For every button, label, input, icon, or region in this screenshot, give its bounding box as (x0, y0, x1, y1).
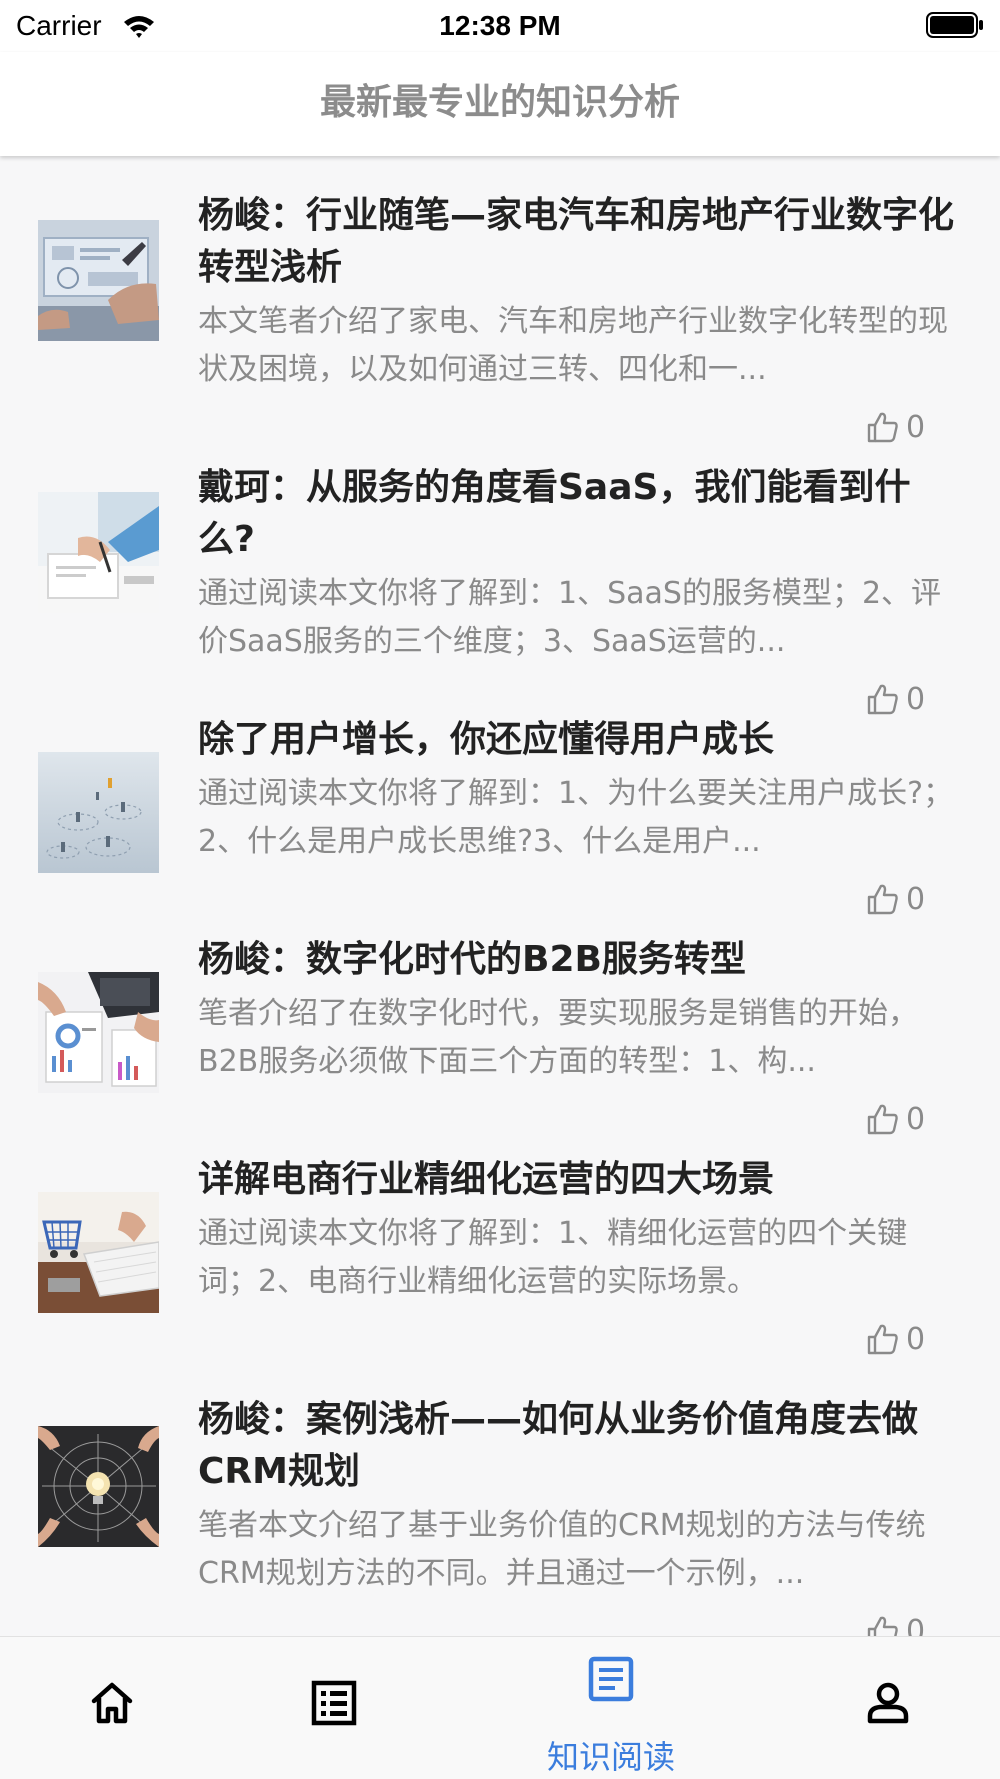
like-count: 0 (906, 410, 926, 445)
article-description: 通过阅读本文你将了解到：1、精细化运营的四个关键词；2、电商行业精细化运营的实际… (198, 1216, 908, 1299)
thumbs-up-icon (867, 1616, 898, 1636)
article-title[interactable]: 杨峻：行业随笔—家电汽车和房地产行业数字化转型浅析 (198, 190, 966, 294)
person-icon (867, 1682, 909, 1724)
article-list[interactable]: 杨峻：行业随笔—家电汽车和房地产行业数字化转型浅析 本文笔者介绍了家电、汽车和房… (0, 156, 1000, 1636)
article-title[interactable]: 杨峻：案例浅析——如何从业务价值角度去做CRM规划 (198, 1394, 966, 1498)
article-thumbnail (38, 1426, 159, 1547)
article-description: 笔者介绍了在数字化时代，要实现服务是销售的开始，B2B服务必须做下面三个方面的转… (198, 996, 918, 1079)
article-thumbnail (38, 220, 159, 341)
status-time: 12:38 PM (439, 10, 561, 41)
article-title[interactable]: 戴珂：从服务的角度看SaaS，我们能看到什么? (198, 462, 966, 566)
article-title[interactable]: 除了用户增长，你还应懂得用户成长 (198, 714, 966, 766)
article-icon (588, 1656, 634, 1702)
nav-bar: 最新最专业的知识分析 (0, 52, 1000, 156)
tab-list[interactable] (254, 1637, 414, 1779)
article-description: 本文笔者介绍了家电、汽车和房地产行业数字化转型的现状及困境，以及如何通过三转、四… (198, 304, 948, 387)
article-thumbnail (38, 1192, 159, 1313)
thumbs-up-icon (867, 1104, 898, 1135)
article-thumbnail (38, 492, 159, 613)
page-title: 最新最专业的知识分析 (319, 82, 680, 123)
home-icon (91, 1682, 133, 1724)
article-title[interactable]: 杨峻：数字化时代的B2B服务转型 (198, 934, 966, 986)
tab-bar: 知识阅读 (0, 1636, 1000, 1779)
battery-icon (926, 12, 983, 38)
tab-label: 知识阅读 (546, 1738, 675, 1776)
thumbs-up-icon (867, 412, 898, 443)
list-icon (311, 1680, 357, 1726)
like-count: 0 (906, 882, 926, 917)
thumbs-up-icon (867, 884, 898, 915)
tab-home[interactable] (32, 1637, 192, 1779)
thumbs-up-icon (867, 684, 898, 715)
like-count: 0 (906, 1102, 926, 1137)
thumbs-up-icon (867, 1324, 898, 1355)
article-thumbnail (38, 972, 159, 1093)
tab-knowledge-reading[interactable]: 知识阅读 (531, 1637, 691, 1779)
article-description: 笔者本文介绍了基于业务价值的CRM规划的方法与传统CRM规划方法的不同。并且通过… (198, 1508, 926, 1591)
article-description: 通过阅读本文你将了解到：1、为什么要关注用户成长?；2、什么是用户成长思维?3、… (198, 776, 954, 859)
like-count: 0 (906, 1322, 926, 1357)
tab-profile[interactable] (808, 1637, 968, 1779)
like-count: 0 (906, 1614, 926, 1636)
article-title[interactable]: 详解电商行业精细化运营的四大场景 (198, 1154, 966, 1206)
article-thumbnail (38, 752, 159, 873)
article-description: 通过阅读本文你将了解到：1、SaaS的服务模型；2、评价SaaS服务的三个维度；… (198, 576, 942, 659)
status-bar: Carrier 12:38 PM (0, 0, 1000, 52)
